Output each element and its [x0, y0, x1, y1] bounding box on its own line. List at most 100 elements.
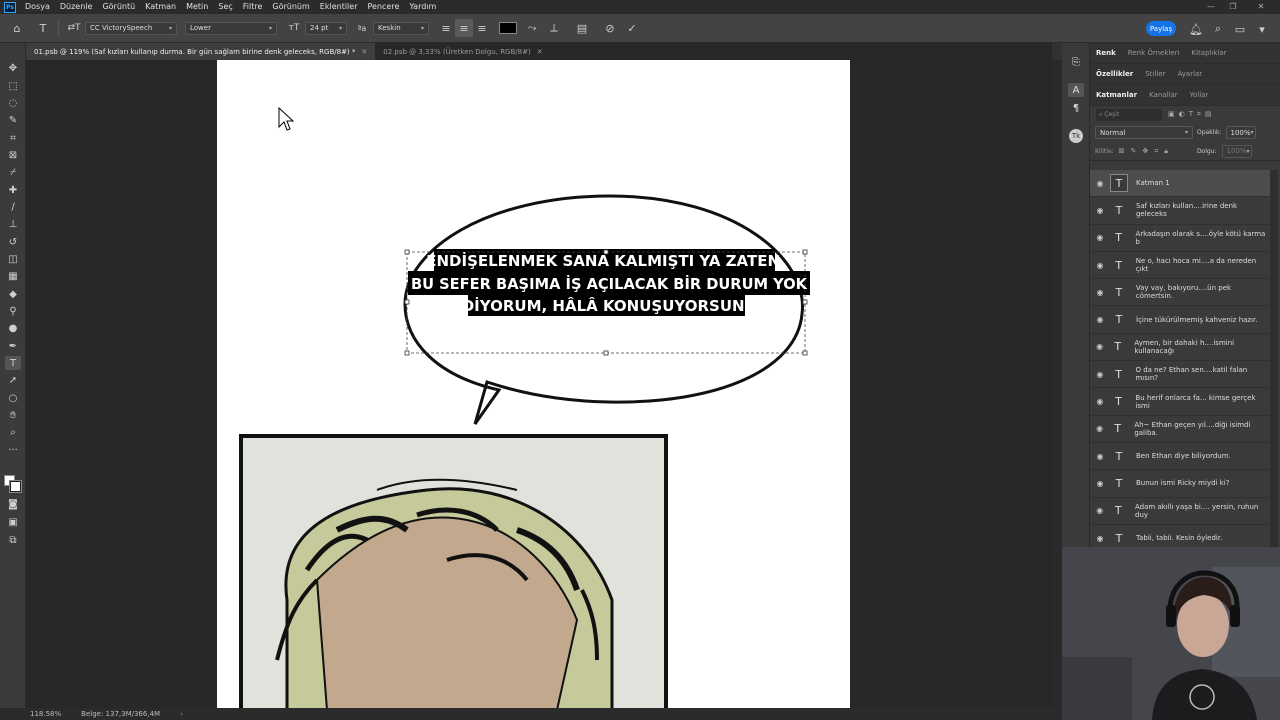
- eye-icon[interactable]: ◉: [1090, 233, 1110, 242]
- layer-row[interactable]: ◉ T Katman 1: [1090, 170, 1270, 198]
- eye-icon[interactable]: ◉: [1090, 479, 1110, 488]
- eye-icon[interactable]: ◉: [1090, 452, 1110, 461]
- eye-icon[interactable]: ◉: [1090, 534, 1110, 543]
- close-tab-icon[interactable]: ✕: [537, 48, 543, 56]
- transform-handle[interactable]: [404, 299, 410, 305]
- canvas-area[interactable]: ENDİŞELENMEK SANA KALMIŞTI YA ZATEN. BU …: [26, 60, 1052, 708]
- transform-handle[interactable]: [802, 299, 808, 305]
- eye-icon[interactable]: ◉: [1090, 261, 1110, 270]
- ellipse-tool-icon[interactable]: ○: [5, 391, 21, 405]
- close-window-icon[interactable]: ✕: [1250, 0, 1272, 14]
- blend-mode-dropdown[interactable]: Normal ▾: [1095, 126, 1193, 139]
- menu-filtre[interactable]: Filtre: [238, 0, 268, 14]
- layer-row[interactable]: ◉ T Ne o, hacı hoca mi....a da nereden çık…: [1090, 252, 1270, 280]
- eye-icon[interactable]: ◉: [1090, 506, 1109, 515]
- eye-icon[interactable]: ◉: [1090, 424, 1109, 433]
- tab-stiller[interactable]: Stiller: [1139, 70, 1171, 78]
- text-color-swatch[interactable]: [499, 22, 517, 34]
- layers-scrollbar[interactable]: [1270, 170, 1278, 547]
- antialias-dropdown[interactable]: Keskin ▾: [373, 21, 429, 35]
- menu-yardim[interactable]: Yardım: [404, 0, 441, 14]
- layer-row[interactable]: ◉ T Aymen, bir dahaki h....ismini kullanac…: [1090, 334, 1270, 362]
- eye-icon[interactable]: ◉: [1090, 206, 1110, 215]
- more-icon[interactable]: ▾: [1253, 20, 1271, 38]
- filter-type-icons[interactable]: ▣◐T⌗▤: [1168, 110, 1216, 119]
- gradient-tool-icon[interactable]: ▦: [5, 269, 21, 283]
- bubble-text-line-3[interactable]: DİYORUM, HÂLÂ KONUŞUYORSUN.: [462, 296, 751, 315]
- eye-icon[interactable]: ◉: [1090, 315, 1110, 324]
- menu-goruntu[interactable]: Görüntü: [97, 0, 140, 14]
- align-center-icon[interactable]: ≡: [455, 19, 473, 37]
- align-right-icon[interactable]: ≡: [473, 19, 491, 37]
- transform-handle[interactable]: [802, 249, 808, 255]
- eye-icon[interactable]: ◉: [1090, 288, 1110, 297]
- tab-ayarlar[interactable]: Ayarlar: [1171, 70, 1208, 78]
- vertical-scrollbar[interactable]: [1052, 60, 1062, 708]
- plugin-icon[interactable]: Tk: [1069, 129, 1083, 143]
- tab-ozellikler[interactable]: Özellikler: [1090, 70, 1139, 78]
- history-brush-icon[interactable]: ↺: [5, 235, 21, 249]
- brush-tool-icon[interactable]: ∕: [5, 200, 21, 214]
- transform-handle[interactable]: [603, 350, 609, 356]
- bell-icon[interactable]: 🔔︎: [1187, 20, 1205, 38]
- menu-dosya[interactable]: Dosya: [20, 0, 55, 14]
- 3d-text-icon[interactable]: ⟂: [545, 19, 563, 37]
- align-left-icon[interactable]: ≡: [437, 19, 455, 37]
- dodge-tool-icon[interactable]: ⚲: [5, 304, 21, 318]
- marquee-tool-icon[interactable]: ⬚: [5, 79, 21, 93]
- eye-icon[interactable]: ◉: [1090, 179, 1110, 188]
- font-family-dropdown[interactable]: CC VictorySpeech ▾: [85, 21, 177, 35]
- move-tool-icon[interactable]: ✥: [5, 61, 21, 75]
- history-icon[interactable]: ⎘: [1068, 55, 1084, 69]
- type-tool-preset-icon[interactable]: T: [34, 19, 52, 37]
- layer-row[interactable]: ◉ T Bu herif onlarca fa... kimse gerçek is…: [1090, 388, 1270, 416]
- menu-katman[interactable]: Katman: [140, 0, 181, 14]
- warp-text-icon[interactable]: ⤳: [523, 19, 541, 37]
- crop-tool-icon[interactable]: ⌗: [5, 131, 21, 145]
- status-arrow-icon[interactable]: ›: [180, 710, 183, 718]
- hand-tool-icon[interactable]: ✋︎: [5, 408, 21, 422]
- screen-mode-icon[interactable]: ▣: [5, 515, 21, 529]
- eye-icon[interactable]: ◉: [1090, 342, 1109, 351]
- zoom-readout[interactable]: 118.58%: [30, 710, 61, 718]
- quick-mask-icon[interactable]: ◙: [5, 497, 21, 511]
- minimize-icon[interactable]: —: [1200, 0, 1222, 14]
- layer-row[interactable]: ◉ T Vay vay, bakıyoru....ün pek cömertsin.: [1090, 279, 1270, 307]
- path-select-icon[interactable]: ➚: [5, 373, 21, 387]
- layer-row[interactable]: ◉ T İçine tükürülmemiş kahveniz hazır.: [1090, 306, 1270, 334]
- layer-row[interactable]: ◉ T O da ne? Ethan sen....katil falan mısı…: [1090, 361, 1270, 389]
- commit-check-icon[interactable]: ✓: [623, 19, 641, 37]
- search-icon[interactable]: ⌕: [1209, 20, 1227, 38]
- type-tool-icon[interactable]: T: [5, 356, 21, 370]
- eraser-tool-icon[interactable]: ◫: [5, 252, 21, 266]
- opacity-field[interactable]: 100% ▾: [1225, 126, 1256, 139]
- document-page[interactable]: ENDİŞELENMEK SANA KALMIŞTI YA ZATEN. BU …: [217, 60, 850, 708]
- frame-tool-icon[interactable]: ⊠: [5, 148, 21, 162]
- tab-kitapliklar[interactable]: Kitaplıklar: [1186, 49, 1233, 57]
- layer-filter-input[interactable]: ⌕ Çeşit: [1096, 108, 1162, 121]
- edit-toolbar-icon[interactable]: ⧉: [5, 533, 21, 547]
- lock-icons[interactable]: ⊠✎✥⌗🔒︎: [1119, 147, 1174, 156]
- layer-row[interactable]: ◉ T Ah~ Ethan geçen yıl....diği isimdi gal…: [1090, 416, 1270, 443]
- menu-sec[interactable]: Seç: [213, 0, 237, 14]
- transform-handle[interactable]: [404, 249, 410, 255]
- tab-01-psb[interactable]: 01.psb @ 119% (Saf kızları kullanıp durm…: [26, 43, 376, 60]
- tab-kanallar[interactable]: Kanallar: [1143, 91, 1184, 99]
- stamp-tool-icon[interactable]: ⊥: [5, 217, 21, 231]
- share-button[interactable]: Paylaş: [1146, 21, 1176, 36]
- layer-row[interactable]: ◉ T Ben Ethan diye biliyordum.: [1090, 443, 1270, 471]
- home-icon[interactable]: ⌂: [8, 19, 26, 37]
- bubble-text-line-2[interactable]: BU SEFER BAŞIMA İŞ AÇILACAK BİR DURUM YO…: [411, 274, 808, 293]
- cancel-icon[interactable]: ⊘: [601, 19, 619, 37]
- zoom-tool-icon[interactable]: ⌕: [5, 425, 21, 439]
- eye-icon[interactable]: ◉: [1090, 397, 1110, 406]
- layer-row[interactable]: ◉ T Bunun ismi Ricky miydi ki?: [1090, 470, 1270, 498]
- transform-handle[interactable]: [802, 350, 808, 356]
- transform-handle[interactable]: [404, 350, 410, 356]
- tab-02-psb[interactable]: 02.psb @ 3,33% (Üretken Dolgu, RGB/8#) ✕: [375, 43, 550, 60]
- tab-katmanlar[interactable]: Katmanlar: [1090, 91, 1143, 99]
- quick-select-tool-icon[interactable]: ✎: [5, 113, 21, 127]
- tab-renk-ornekleri[interactable]: Renk Örnekleri: [1122, 49, 1186, 57]
- fill-field[interactable]: 100% ▾: [1221, 144, 1252, 158]
- healing-tool-icon[interactable]: ✚: [5, 183, 21, 197]
